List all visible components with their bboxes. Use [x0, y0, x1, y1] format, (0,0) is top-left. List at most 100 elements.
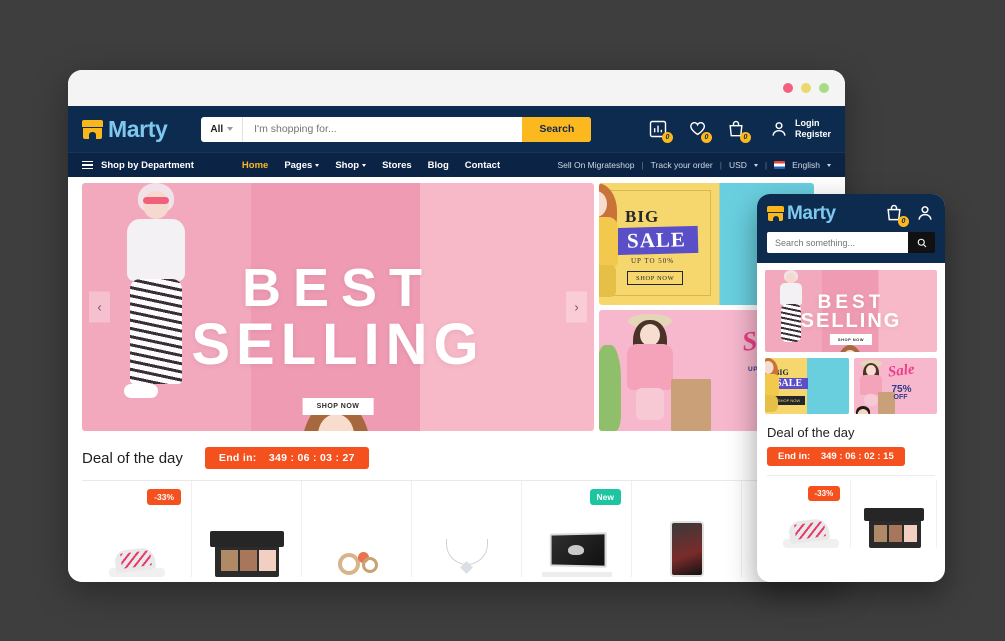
product-card-palette[interactable] — [192, 481, 302, 577]
window-minimize-dot[interactable] — [801, 83, 811, 93]
countdown-value: 349 : 06 : 03 : 27 — [268, 452, 355, 464]
nav-item-home[interactable]: Home — [242, 160, 268, 171]
chevron-down-icon — [227, 127, 234, 131]
screenshot-stage: Marty All Search — [0, 0, 1005, 641]
mobile-countdown-value: 349 : 06 : 02 : 15 — [820, 451, 894, 462]
big-sale-cta[interactable]: SHOP NOW — [627, 271, 684, 285]
account-menu[interactable]: Login Register — [769, 118, 831, 141]
divider: | — [719, 160, 722, 170]
language-selector[interactable]: English — [792, 160, 820, 170]
product-card-laptop[interactable]: New — [522, 481, 632, 577]
nav-label: Home — [241, 159, 269, 171]
carousel-prev-arrow[interactable]: ‹ — [89, 291, 110, 323]
hero-headline-line2: SELLING — [191, 312, 485, 377]
nav-item-shop[interactable]: Shop — [335, 159, 367, 171]
site-navbar: Shop by Department Home Pages Shop Store… — [68, 152, 845, 177]
main-menu: Home Pages Shop Stores Blog Contact — [242, 160, 500, 171]
hero-shop-now-button[interactable]: SHOP NOW — [302, 398, 374, 415]
mobile-preview-window: Marty 0 Search something... BEST SELLING… — [757, 194, 945, 582]
site-logo[interactable]: Marty — [82, 115, 168, 142]
big-sale-line1: BIG — [625, 207, 660, 226]
search-input[interactable] — [243, 116, 523, 142]
mobile-product-card-sneaker[interactable]: -33% — [765, 480, 851, 548]
mobile-hero-carousel[interactable]: BEST SELLING SHOP NOW — [765, 270, 937, 352]
user-icon — [769, 119, 789, 139]
search-bar: All Search — [201, 116, 592, 142]
chevron-down-icon — [753, 163, 758, 167]
mobile-banner-pink-sale[interactable]: Sale 75% OFF — [853, 358, 937, 414]
mobile-pink-sale-script: Sale — [886, 361, 915, 381]
search-icon[interactable] — [908, 232, 935, 253]
hero-carousel[interactable]: BEST SELLING SHOP NOW ‹ › — [82, 183, 594, 431]
nav-label: Shop — [335, 159, 360, 171]
nav-item-contact[interactable]: Contact — [465, 160, 500, 171]
banner-model-photo-boy — [854, 406, 876, 414]
mobile-body: BEST SELLING SHOP NOW BIG SALE SHOP NOW — [757, 263, 945, 548]
chevron-down-icon — [315, 163, 320, 167]
storefront-icon — [82, 119, 103, 139]
flag-icon — [774, 161, 786, 169]
makeup-palette-image — [209, 531, 284, 577]
carousel-next-arrow[interactable]: › — [566, 291, 587, 323]
mobile-header-top: Marty 0 — [767, 203, 935, 227]
nav-item-pages[interactable]: Pages — [284, 160, 320, 171]
currency-selector[interactable]: USD — [729, 160, 747, 170]
banner-model-photo — [599, 183, 627, 297]
nav-item-blog[interactable]: Blog — [428, 160, 449, 171]
mobile-hero-cta[interactable]: SHOP NOW — [829, 334, 873, 345]
mobile-hero-line2: SELLING — [800, 310, 902, 332]
browser-window: Marty All Search — [68, 70, 845, 582]
user-icon[interactable] — [915, 203, 935, 223]
search-button[interactable]: Search — [522, 116, 592, 142]
laptop-image — [541, 532, 612, 577]
mobile-logo[interactable]: Marty — [767, 204, 836, 223]
makeup-palette-image — [863, 508, 924, 548]
track-order-link[interactable]: Track your order — [651, 160, 713, 170]
sell-on-link[interactable]: Sell On Migrateshop — [557, 160, 634, 170]
mobile-pink-sale-off: OFF — [893, 394, 908, 401]
mobile-deal-countdown: End in: 349 : 06 : 02 : 15 — [767, 447, 905, 466]
window-close-dot[interactable] — [783, 83, 793, 93]
deal-title: Deal of the day — [82, 449, 183, 467]
compare-icon[interactable]: 0 — [648, 119, 673, 143]
mobile-deal-title: Deal of the day — [767, 425, 855, 440]
website-viewport: Marty All Search — [68, 106, 845, 582]
big-sale-line3: UP TO 50% — [631, 257, 675, 265]
mobile-banner-big-sale[interactable]: BIG SALE SHOP NOW — [765, 358, 849, 414]
department-label: Shop by Department — [101, 159, 194, 171]
nav-item-stores[interactable]: Stores — [382, 160, 412, 171]
cart-bag-icon[interactable]: 0 — [726, 119, 751, 143]
nav-label: Blog — [427, 159, 449, 171]
ring-image — [334, 547, 380, 577]
product-card-necklace[interactable] — [412, 481, 522, 577]
sneaker-image — [108, 545, 165, 577]
deal-of-the-day-header: Deal of the day End in: 349 : 06 : 03 : … — [68, 431, 845, 480]
header-icon-group: 0 0 0 Login Register — [648, 118, 831, 143]
window-maximize-dot[interactable] — [819, 83, 829, 93]
cart-bag-icon[interactable]: 0 — [884, 203, 909, 227]
compare-badge: 0 — [661, 132, 673, 143]
mobile-product-card-palette[interactable] — [851, 480, 937, 548]
mobile-search-input[interactable] — [767, 232, 908, 253]
nav-label: Contact — [464, 159, 501, 171]
mobile-icon-group: 0 — [884, 203, 935, 227]
shop-by-department-button[interactable]: Shop by Department — [82, 160, 194, 171]
necklace-image — [439, 537, 495, 577]
new-badge: New — [589, 489, 621, 505]
product-card-ring[interactable] — [302, 481, 412, 577]
logo-text: Marty — [108, 115, 168, 142]
model-photo-center — [829, 344, 871, 352]
storefront-icon — [767, 205, 784, 221]
product-card-sneaker[interactable]: -33% — [82, 481, 192, 577]
wishlist-heart-icon[interactable]: 0 — [687, 119, 712, 143]
discount-badge: -33% — [807, 486, 841, 501]
mobile-logo-text: Marty — [787, 202, 836, 224]
nav-label: Stores — [382, 159, 412, 171]
login-label: Login — [794, 117, 820, 128]
nav-utility-links: Sell On Migrateshop | Track your order |… — [557, 160, 831, 170]
mobile-deal-section: Deal of the day End in: 349 : 06 : 02 : … — [765, 414, 937, 466]
deal-countdown-timer: End in: 349 : 06 : 03 : 27 — [204, 447, 369, 469]
chevron-down-icon — [827, 163, 831, 167]
product-card-phone[interactable] — [632, 481, 742, 577]
search-category-dropdown[interactable]: All — [201, 116, 244, 142]
